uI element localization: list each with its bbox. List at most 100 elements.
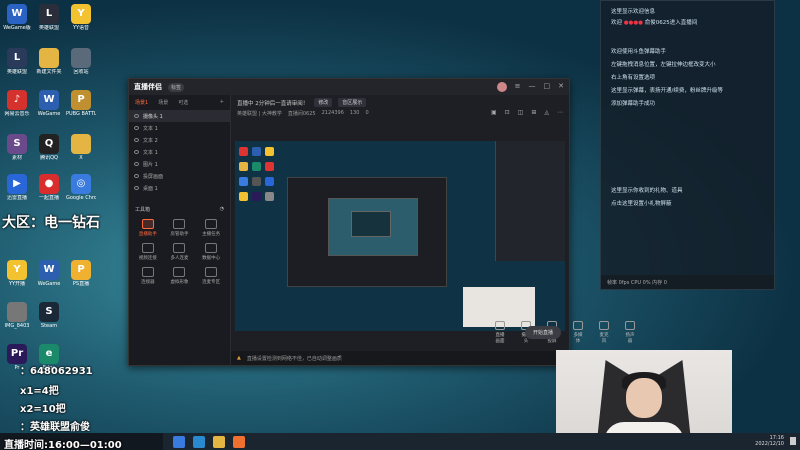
visibility-eye-icon[interactable] [134,114,139,118]
sound-button[interactable]: 音区展示 [338,98,367,107]
avatar[interactable] [496,82,507,92]
desktop-icon[interactable]: ◎Google Chrome [66,174,96,201]
tool-label: 直播助手 [138,232,157,237]
source-item[interactable]: 文本 1 [129,146,230,158]
desktop-icon-label: 素材 [11,155,22,161]
bottom-tool-button[interactable]: 扬声器 [625,320,635,344]
toolbox-item[interactable]: 主播任务 [196,219,226,237]
bottom-tool-icon [599,320,609,330]
visibility-eye-icon[interactable] [134,162,139,166]
tool-icon [173,243,186,253]
desktop-icon-label: IMG_8403 [4,323,30,329]
live-app-taskbar-icon[interactable] [233,435,245,448]
desktop-icon[interactable]: ● 一起直播 [34,174,64,201]
status-bar: ▲ 直播设置检测到网络不佳，已自动调整画质 [231,351,569,365]
desktop-icon-label: Steam [40,323,58,329]
source-label: 摄像头 1 [143,113,163,120]
visibility-eye-icon[interactable] [134,174,139,178]
add-scene-icon[interactable]: + [220,99,224,106]
app-icon: e [39,344,59,364]
chrome-taskbar-icon[interactable] [193,435,205,448]
maximize-icon[interactable]: □ [544,82,551,92]
toolbox-item[interactable]: 多人连麦 [165,243,195,261]
bell-icon[interactable]: ◬ [544,109,549,116]
minimize-icon[interactable]: — [529,82,536,92]
nested-preview-inner [328,198,418,256]
stream-preview[interactable] [235,141,565,331]
source-item[interactable]: 文本 1 [129,122,230,134]
toolbox-item[interactable]: 连麦专区 [196,267,226,285]
desktop-icon[interactable]: 新建文件夹 [34,48,64,75]
menu-icon[interactable]: ≡ [515,82,521,92]
desktop-icon[interactable]: L 英雄联盟 [34,4,64,31]
visibility-eye-icon[interactable] [134,126,139,130]
source-item[interactable]: 图片 1 [129,158,230,170]
app-icon [71,134,91,154]
edit-button[interactable]: 修改 [314,98,333,107]
taskbar: 直播时间:16:00—01:00 17:16 2022/12/10 [0,433,800,450]
desktop-icon-label: WeGame [37,111,61,117]
toolbox-item[interactable]: 直播助手 [133,219,163,237]
desktop-icon-label: Google Chrome [66,195,96,201]
desktop-icon[interactable]: S Steam [34,302,64,329]
danmaku-footer-stats: 帧率 0fps CPU 0% 内存 0 [607,279,667,286]
more-icon[interactable]: ⋯ [557,109,563,116]
visibility-eye-icon[interactable] [134,150,139,154]
edge-taskbar-icon[interactable] [173,435,185,448]
desktop-icon[interactable]: W WeGame [34,260,64,287]
desktop-icon[interactable]: Q 腾讯QQ [34,134,64,161]
desktop-icon[interactable]: ▶ 迅雷直播 [2,174,32,201]
desktop-icon[interactable]: W WeGame [34,90,64,117]
scene-panel: 场景1 场景 可选 + 摄像头 1 文本 1 文本 2 文本 1 图片 1 投屏画面 桌面 1 工… [129,95,231,365]
desktop-icon[interactable]: Y YY开播 [2,260,32,287]
desktop-icon[interactable]: S 素材 [2,134,32,161]
system-tray-clock[interactable]: 17:16 2022/12/10 [755,435,784,447]
app-icon: L [39,4,59,24]
app-badge[interactable]: 标签 [168,82,185,92]
toolbox-item[interactable]: 虚拟形象 [165,267,195,285]
notification-icon[interactable] [790,437,796,445]
desktop-icon[interactable]: IMG_8403 [2,302,32,329]
toolbox-item[interactable]: 连接器 [133,267,163,285]
source-label: 图片 1 [143,161,158,168]
source-item[interactable]: 桌面 1 [129,182,230,194]
scene-tab[interactable]: 场景1 [135,99,148,106]
app-icon: S [7,134,27,154]
bottom-tool-button[interactable]: 麦克风 [599,320,609,344]
toolbox-settings-icon[interactable]: ◔ [220,206,224,213]
desktop-icon[interactable]: ♪ 网易云音乐 [2,90,32,117]
screenshot-icon[interactable]: ▣ [491,109,497,116]
visibility-eye-icon[interactable] [134,186,139,190]
bottom-tool-button[interactable]: 多媒体 [573,320,583,344]
scene-tab[interactable]: 场景 [158,99,168,106]
lock-icon[interactable]: ⊡ [505,109,510,116]
desktop-icon-label: YY语音 [72,25,90,31]
close-icon[interactable]: ✕ [558,82,564,92]
desktop-icon[interactable]: L 英雄联盟 [2,48,32,75]
desktop-icon-label: WeGame版 [3,25,31,31]
danmaku-panel[interactable]: 这里显示欢迎信息 欢迎 ●●●● 俞俊0625进入直播间 欢迎使用斗鱼弹幕助手 左键拖… [600,0,775,290]
desktop-icon[interactable]: 回收站 [66,48,96,75]
scene-tab[interactable]: 可选 [178,99,188,106]
toolbox-item[interactable]: 视频连接 [133,243,163,261]
preview-desktop-icons [237,145,277,205]
tool-icon [205,219,218,229]
folder-taskbar-icon[interactable] [213,435,225,448]
desktop-icon[interactable]: P PS直播 [66,260,96,287]
gift-icon[interactable]: ⊞ [531,109,536,116]
toolbox-item[interactable]: 房管助手 [165,219,195,237]
source-item[interactable]: 投屏画面 [129,170,230,182]
desktop-icon[interactable]: PPUBG BATTLEG.. [66,90,96,117]
bottom-tool-icon [625,320,635,330]
toolbox-item[interactable]: 数据中心 [196,243,226,261]
desktop-icon[interactable]: W WeGame版 [2,4,32,31]
source-item[interactable]: 摄像头 1 [129,110,230,122]
source-item[interactable]: 文本 2 [129,134,230,146]
start-live-button[interactable]: 开始直播 [524,326,561,339]
scene-tabs: 场景1 场景 可选 + [129,95,230,110]
desktop-icon[interactable]: Y YY语音 [66,4,96,31]
layout-icon[interactable]: ◫ [518,109,524,116]
desktop-icon[interactable]: X [66,134,96,161]
visibility-eye-icon[interactable] [134,138,139,142]
bottom-tool-button[interactable]: 直播画面 [495,320,505,344]
